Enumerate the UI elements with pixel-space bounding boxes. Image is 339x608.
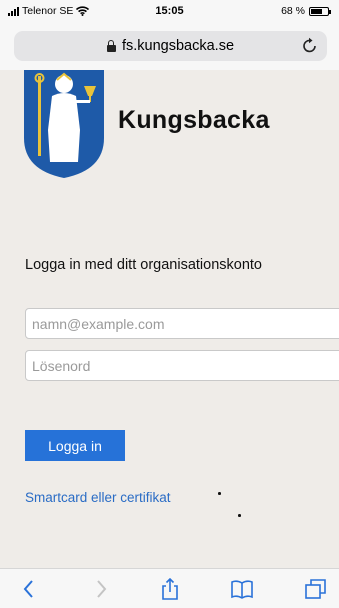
password-input[interactable] [25, 350, 339, 381]
status-right: 68 % [281, 5, 331, 17]
tabs-icon[interactable] [304, 578, 328, 600]
bookmarks-book-icon[interactable] [230, 578, 254, 600]
smartcard-certificate-link[interactable]: Smartcard eller certifikat [25, 490, 171, 505]
battery-percentage: 68 % [281, 5, 305, 17]
back-chevron-icon[interactable] [18, 578, 42, 600]
url-text: fs.kungsbacka.se [121, 38, 235, 54]
stray-dot [218, 492, 221, 495]
address-bar[interactable]: fs.kungsbacka.se [14, 31, 327, 61]
lock-icon [106, 40, 116, 52]
email-input[interactable] [25, 308, 339, 339]
status-bar: Telenor SE 15:05 68 % [0, 0, 339, 26]
browser-toolbar [0, 568, 339, 608]
page-content: Kungsbacka Logga in med ditt organisatio… [0, 70, 339, 568]
stray-dot [238, 514, 241, 517]
forward-chevron-icon[interactable] [88, 578, 112, 600]
share-icon[interactable] [158, 578, 182, 600]
login-button[interactable]: Logga in [25, 430, 125, 461]
brand-name: Kungsbacka [118, 106, 270, 134]
battery-icon [309, 6, 331, 16]
kungsbacka-crest-logo [24, 70, 104, 178]
address-display[interactable]: fs.kungsbacka.se [14, 38, 327, 54]
login-heading: Logga in med ditt organisationskonto [25, 257, 262, 273]
reload-icon[interactable] [302, 37, 318, 55]
